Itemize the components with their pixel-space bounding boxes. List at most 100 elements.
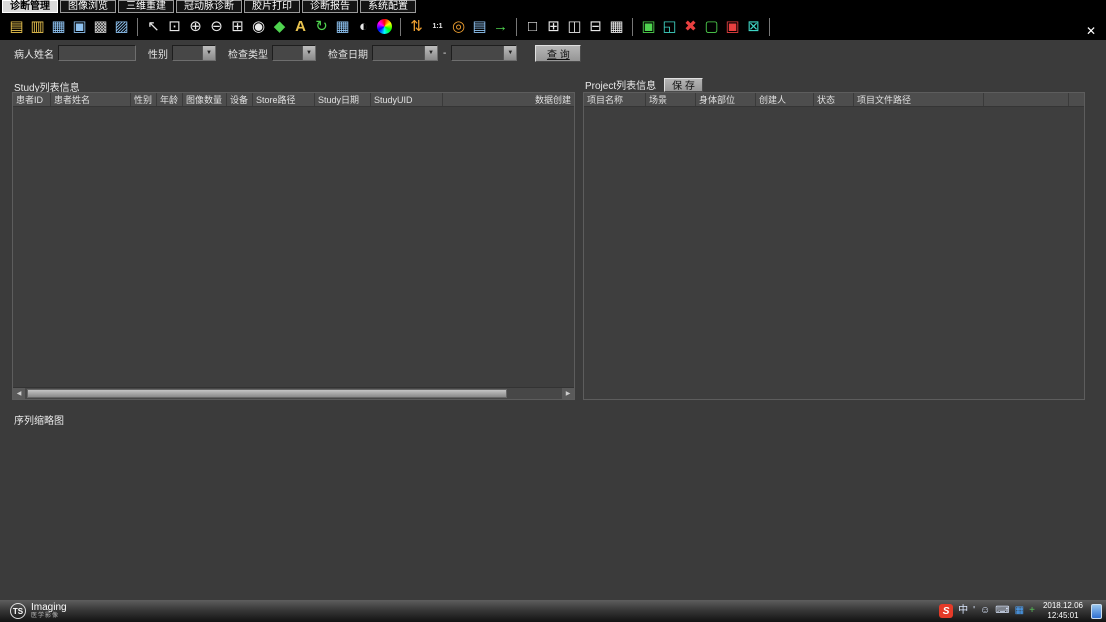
column-study-date: Study日期 [315, 93, 371, 106]
scroll-right-icon[interactable]: ▶ [562, 388, 574, 399]
column-project-name: 项目名称 [584, 93, 646, 106]
exam-date-label: 检查日期 [328, 46, 368, 61]
toolbar-divider [769, 18, 770, 36]
project-panel-title: Project列表信息 [585, 77, 656, 92]
exam-date-from-value [373, 46, 424, 60]
query-button[interactable]: 查 询 [535, 45, 581, 62]
report-icon[interactable]: ▤ [469, 16, 490, 37]
tab-system-config[interactable]: 系统配置 [360, 0, 416, 13]
pan-icon[interactable]: ◆ [269, 16, 290, 37]
import-folder-icon[interactable]: ▥ [27, 16, 48, 37]
layout-two-row-icon[interactable]: ⊟ [585, 16, 606, 37]
toolbar-divider [400, 18, 401, 36]
punctuation-icon[interactable]: ' [973, 606, 975, 616]
column-gender: 性别 [131, 93, 157, 106]
chevron-down-icon[interactable]: ▼ [503, 46, 516, 60]
logo-title: Imaging [31, 603, 67, 613]
dual-screen-icon[interactable]: ⊠ [743, 16, 764, 37]
zoom-in-icon[interactable]: ⊕ [185, 16, 206, 37]
study-table-header: 患者ID 患者姓名 性别 年龄 图像数量 设备 Store路径 Study日期 … [13, 93, 574, 107]
patient-name-label: 病人姓名 [14, 46, 54, 61]
screen-blank-icon[interactable]: ▢ [701, 16, 722, 37]
measure-circle-icon[interactable]: ◎ [448, 16, 469, 37]
annotation-icon[interactable]: A [290, 16, 311, 37]
search-filter-bar: 病人姓名 性别 ▼ 检查类型 ▼ 检查日期 ▼ - ▼ 查 询 [0, 40, 1106, 66]
keyboard-icon[interactable]: ⌨ [995, 606, 1009, 616]
pointer-icon[interactable]: ↖ [143, 16, 164, 37]
application-window: 诊断管理 图像浏览 三维重建 冠动脉诊断 胶片打印 诊断报告 系统配置 ▤ ▥ … [0, 0, 1106, 622]
zoom-out-icon[interactable]: ⊖ [206, 16, 227, 37]
tab-coronary-diagnosis[interactable]: 冠动脉诊断 [176, 0, 242, 13]
archive-icon[interactable]: ▨ [111, 16, 132, 37]
select-region-icon[interactable]: ⊡ [164, 16, 185, 37]
chevron-down-icon[interactable]: ▼ [302, 46, 315, 60]
layout-single-icon[interactable]: □ [522, 16, 543, 37]
gender-dropdown[interactable]: ▼ [172, 45, 216, 61]
input-toolbox-icon[interactable]: + [1029, 606, 1035, 616]
invert-icon[interactable]: ◐ [353, 16, 374, 37]
one-to-one-icon[interactable]: 1:1 [427, 16, 448, 37]
app-logo: TS Imaging 医学影像 [10, 603, 67, 619]
delete-icon[interactable]: ✖ [680, 16, 701, 37]
toolbar-divider [516, 18, 517, 36]
chevron-down-icon[interactable]: ▼ [424, 46, 437, 60]
header-spacer [984, 93, 1068, 106]
save-button[interactable]: 保 存 [664, 78, 703, 92]
column-study-uid: StudyUID [371, 93, 443, 106]
chinese-mode-icon[interactable]: 中 [958, 606, 968, 616]
scroll-left-icon[interactable]: ◀ [13, 388, 25, 399]
color-wheel-icon[interactable] [374, 16, 395, 37]
color-wheel-glyph [377, 19, 392, 34]
exam-type-dropdown[interactable]: ▼ [272, 45, 316, 61]
column-data-created: 数据创建 [443, 93, 574, 106]
tab-film-print[interactable]: 胶片打印 [244, 0, 300, 13]
chevron-down-icon[interactable]: ▼ [202, 46, 215, 60]
column-body-part: 身体部位 [696, 93, 756, 106]
save-study-icon[interactable]: ▦ [48, 16, 69, 37]
show-desktop-icon[interactable] [1091, 604, 1102, 619]
screen-region-icon[interactable]: ◱ [659, 16, 680, 37]
reset-icon[interactable]: ↻ [311, 16, 332, 37]
column-patient-id: 患者ID [13, 93, 51, 106]
exam-type-label: 检查类型 [228, 46, 268, 61]
tab-diagnosis-management[interactable]: 诊断管理 [2, 0, 58, 13]
emoji-icon[interactable]: ☺ [980, 606, 990, 616]
input-skin-icon[interactable]: ▦ [1015, 606, 1024, 616]
screen-export-icon[interactable]: ▣ [722, 16, 743, 37]
sogou-input-icon[interactable]: S [939, 604, 953, 618]
project-panel-header: Project列表信息 保 存 [585, 77, 703, 92]
filmstrip-icon[interactable]: ▩ [90, 16, 111, 37]
layout-grid-icon[interactable]: ▦ [606, 16, 627, 37]
open-folder-icon[interactable]: ▤ [6, 16, 27, 37]
layout-quad-icon[interactable]: ⊞ [543, 16, 564, 37]
patient-name-input[interactable] [58, 45, 136, 61]
tab-diagnosis-report[interactable]: 诊断报告 [302, 0, 358, 13]
project-table-body[interactable] [584, 107, 1084, 399]
column-store-path: Store路径 [253, 93, 315, 106]
tile-layout-icon[interactable]: ▦ [332, 16, 353, 37]
status-time: 12:45:01 [1047, 611, 1078, 620]
study-horizontal-scrollbar[interactable]: ◀ ▶ [13, 387, 574, 399]
export-icon[interactable]: → [490, 16, 511, 37]
column-status: 状态 [814, 93, 854, 106]
screen-capture-icon[interactable]: ▣ [638, 16, 659, 37]
close-icon[interactable]: ✕ [1086, 24, 1096, 38]
study-list-panel: 患者ID 患者姓名 性别 年龄 图像数量 设备 Store路径 Study日期 … [12, 92, 575, 400]
sort-icon[interactable]: ⇅ [406, 16, 427, 37]
exam-date-to-dropdown[interactable]: ▼ [451, 45, 517, 61]
tab-image-browse[interactable]: 图像浏览 [60, 0, 116, 13]
magnifier-icon[interactable]: ◉ [248, 16, 269, 37]
study-table-body[interactable] [13, 107, 574, 387]
module-tabbar: 诊断管理 图像浏览 三维重建 冠动脉诊断 胶片打印 诊断报告 系统配置 [0, 0, 1106, 13]
tab-3d-reconstruction[interactable]: 三维重建 [118, 0, 174, 13]
image-view-icon[interactable]: ▣ [69, 16, 90, 37]
project-list-panel: 项目名称 场景 身体部位 创建人 状态 项目文件路径 [583, 92, 1085, 400]
zoom-region-icon[interactable]: ⊞ [227, 16, 248, 37]
exam-date-from-dropdown[interactable]: ▼ [372, 45, 438, 61]
gender-label: 性别 [148, 46, 168, 61]
layout-two-col-icon[interactable]: ◫ [564, 16, 585, 37]
column-scene: 场景 [646, 93, 696, 106]
scrollbar-thumb[interactable] [27, 389, 507, 398]
column-project-file-path: 项目文件路径 [854, 93, 984, 106]
date-range-separator: - [443, 48, 446, 59]
